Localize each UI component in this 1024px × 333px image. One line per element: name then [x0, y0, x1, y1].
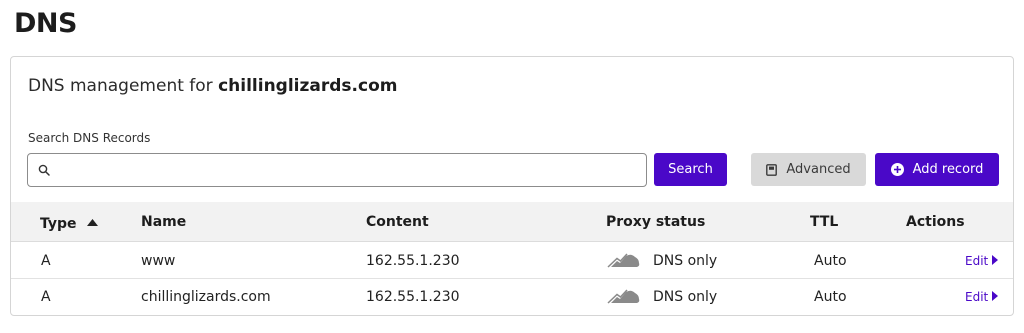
edit-link-label: Edit: [965, 290, 989, 304]
search-button[interactable]: Search: [654, 153, 727, 186]
search-field[interactable]: [27, 153, 647, 187]
plus-circle-icon: [890, 163, 904, 176]
column-header-type-label: Type: [40, 216, 77, 232]
column-header-ttl[interactable]: TTL: [810, 214, 838, 230]
cell-proxy-status: DNS only: [653, 289, 718, 305]
column-header-type[interactable]: Type: [40, 214, 99, 232]
add-record-button[interactable]: Add record: [875, 153, 999, 186]
caret-right-icon: [992, 254, 999, 268]
cell-name: chillinglizards.com: [141, 289, 271, 305]
card-heading: DNS management for chillinglizards.com: [28, 76, 397, 96]
cloud-icon: [607, 288, 641, 308]
search-input[interactable]: [58, 154, 646, 186]
cell-proxy-status: DNS only: [653, 253, 718, 269]
cloud-icon: [607, 252, 641, 272]
add-record-button-label: Add record: [912, 162, 984, 177]
heading-prefix: DNS management for: [28, 76, 213, 96]
edit-link[interactable]: Edit: [965, 290, 999, 304]
cell-ttl: Auto: [814, 289, 847, 305]
edit-link-label: Edit: [965, 254, 989, 268]
cell-type: A: [41, 253, 51, 269]
column-header-name[interactable]: Name: [141, 214, 186, 230]
cell-type: A: [41, 289, 51, 305]
cell-content: 162.55.1.230: [366, 253, 460, 269]
caret-right-icon: [992, 290, 999, 304]
edit-link[interactable]: Edit: [965, 254, 999, 268]
cell-ttl: Auto: [814, 253, 847, 269]
caret-up-icon: [87, 214, 99, 230]
table-row: A chillinglizards.com 162.55.1.230 DNS o…: [11, 279, 1013, 315]
table-header: Type Name Content Proxy status TTL Actio…: [11, 202, 1013, 242]
cell-content: 162.55.1.230: [366, 289, 460, 305]
column-header-content[interactable]: Content: [366, 214, 429, 230]
column-header-actions: Actions: [906, 214, 965, 230]
page-title: DNS: [14, 8, 77, 39]
domain-name: chillinglizards.com: [218, 76, 398, 96]
bookmark-icon: [766, 163, 778, 176]
search-icon: [38, 164, 50, 176]
table-row: A www 162.55.1.230 DNS only Auto Edit: [11, 243, 1013, 279]
advanced-button-label: Advanced: [786, 162, 851, 177]
advanced-button[interactable]: Advanced: [751, 153, 866, 186]
column-header-proxy-status[interactable]: Proxy status: [606, 214, 705, 230]
search-label: Search DNS Records: [28, 131, 151, 145]
search-button-label: Search: [668, 162, 713, 177]
cell-name: www: [141, 253, 176, 269]
dns-management-card: DNS management for chillinglizards.com S…: [10, 56, 1014, 316]
